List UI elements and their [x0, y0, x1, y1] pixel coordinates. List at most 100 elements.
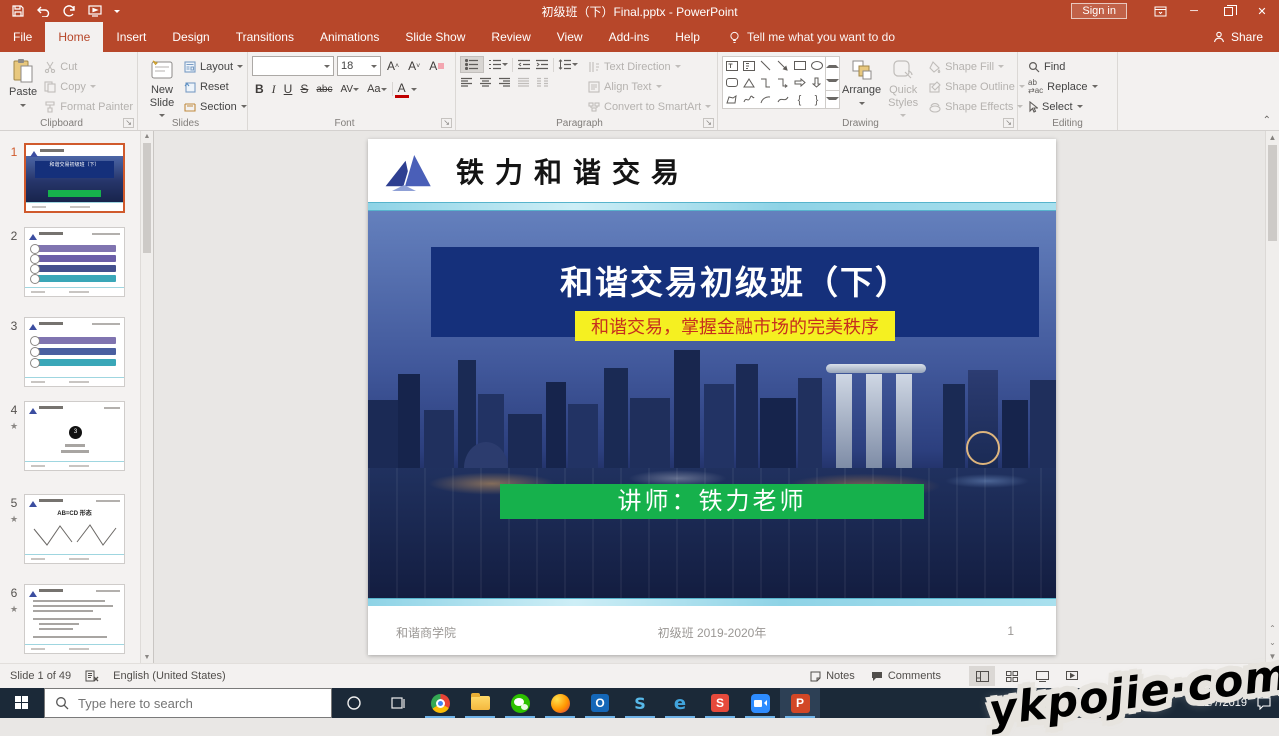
shape-elbow-connector-icon[interactable]: [757, 74, 774, 91]
quick-styles-button[interactable]: Quick Styles: [883, 56, 923, 120]
shapes-scroll-down-icon[interactable]: [826, 74, 839, 91]
layout-button[interactable]: Layout: [184, 58, 247, 75]
change-case-button[interactable]: Aa: [364, 80, 389, 98]
shape-down-arrow-icon[interactable]: [808, 74, 825, 91]
shape-vertical-textbox-icon[interactable]: [740, 57, 757, 74]
drawing-dialog-launcher-icon[interactable]: ↘: [1003, 118, 1014, 128]
shape-scribble-icon[interactable]: [740, 91, 757, 108]
grow-font-icon[interactable]: A˄: [384, 57, 402, 75]
shapes-gallery-scroll[interactable]: [826, 56, 840, 109]
cortana-button[interactable]: [332, 688, 376, 718]
shape-oval-icon[interactable]: [808, 57, 825, 74]
copy-button[interactable]: Copy: [44, 78, 133, 95]
shapes-scroll-up-icon[interactable]: [826, 57, 839, 74]
character-spacing-button[interactable]: AV: [337, 80, 362, 98]
font-color-caret[interactable]: [411, 88, 417, 94]
thumbnail-item-2[interactable]: 2: [4, 227, 125, 297]
slide-counter[interactable]: Slide 1 of 49: [10, 670, 71, 682]
normal-view-button[interactable]: [969, 666, 995, 686]
paragraph-dialog-launcher-icon[interactable]: ↘: [703, 118, 714, 128]
shape-right-brace-icon[interactable]: }: [808, 91, 825, 108]
share-button[interactable]: Share: [1213, 22, 1279, 52]
thumbnail-slide-4[interactable]: 3: [24, 401, 125, 471]
tab-transitions[interactable]: Transitions: [223, 22, 307, 52]
thumbnail-scrollbar[interactable]: ▲ ▼: [140, 131, 153, 663]
text-direction-button[interactable]: Text Direction: [588, 58, 711, 75]
close-button[interactable]: ✕: [1245, 0, 1279, 22]
clear-formatting-icon[interactable]: A: [426, 57, 447, 75]
tab-file[interactable]: File: [0, 22, 45, 52]
shape-right-arrow-icon[interactable]: [791, 74, 808, 91]
scroll-up-icon[interactable]: ▲: [1266, 133, 1279, 142]
comments-button[interactable]: Comments: [865, 667, 947, 685]
shape-triangle-icon[interactable]: [740, 74, 757, 91]
search-input[interactable]: [78, 696, 298, 711]
thumbnail-item-5[interactable]: 5★ AB=CD 形态: [4, 494, 125, 564]
ribbon-display-options-icon[interactable]: [1143, 0, 1177, 22]
minimize-button[interactable]: ─: [1177, 0, 1211, 22]
shadow-button[interactable]: abc: [313, 80, 335, 98]
arrange-button[interactable]: Arrange: [842, 56, 881, 108]
align-right-icon[interactable]: [498, 77, 511, 88]
thumbnail-item-6[interactable]: 6★: [4, 584, 125, 654]
font-color-button[interactable]: A: [395, 80, 409, 98]
section-button[interactable]: Section: [184, 98, 247, 115]
thumbnail-slide-2[interactable]: [24, 227, 125, 297]
undo-icon[interactable]: [36, 6, 50, 17]
taskbar-edge[interactable]: e: [660, 688, 700, 718]
presenter-banner[interactable]: 讲师：铁力老师: [500, 484, 924, 519]
thumbnail-item-4[interactable]: 4★ 3: [4, 401, 125, 471]
taskbar-powerpoint[interactable]: P: [780, 688, 820, 718]
bold-button[interactable]: B: [252, 80, 267, 98]
sign-in-button[interactable]: Sign in: [1071, 3, 1127, 19]
shape-rectangle-icon[interactable]: [791, 57, 808, 74]
tab-help[interactable]: Help: [662, 22, 713, 52]
previous-slide-icon[interactable]: ⌃: [1266, 624, 1279, 633]
shape-line-icon[interactable]: [757, 57, 774, 74]
next-slide-icon[interactable]: ⌄: [1266, 638, 1279, 647]
columns-icon[interactable]: [536, 77, 549, 88]
redo-icon[interactable]: [62, 5, 76, 17]
tell-me-box[interactable]: Tell me what you want to do: [729, 22, 895, 52]
taskbar-red-s-app[interactable]: S: [700, 688, 740, 718]
language-indicator[interactable]: English (United States): [113, 670, 226, 682]
increase-indent-icon[interactable]: [535, 59, 549, 70]
scrollbar-thumb[interactable]: [1268, 145, 1277, 241]
select-button[interactable]: Select: [1028, 98, 1098, 115]
shapes-gallery[interactable]: { }: [722, 56, 826, 109]
taskbar-search[interactable]: [44, 688, 332, 718]
new-slide-button[interactable]: New Slide: [142, 56, 182, 120]
format-painter-button[interactable]: Format Painter: [44, 98, 133, 115]
font-dialog-launcher-icon[interactable]: ↘: [441, 118, 452, 128]
tab-addins[interactable]: Add-ins: [596, 22, 663, 52]
collapse-ribbon-icon[interactable]: ⌃: [1263, 115, 1271, 126]
taskbar-chrome[interactable]: [420, 688, 460, 718]
thumbnail-slide-3[interactable]: [24, 317, 125, 387]
font-name-combo[interactable]: [252, 56, 334, 76]
clipboard-dialog-launcher-icon[interactable]: ↘: [123, 118, 134, 128]
shape-effects-button[interactable]: Shape Effects: [929, 98, 1025, 115]
shape-curve-icon[interactable]: [774, 91, 791, 108]
thumbnail-slide-5[interactable]: AB=CD 形态: [24, 494, 125, 564]
taskbar-outlook[interactable]: O: [580, 688, 620, 718]
shapes-more-icon[interactable]: [826, 90, 839, 108]
decrease-indent-icon[interactable]: [517, 59, 531, 70]
justify-icon[interactable]: [517, 77, 530, 88]
replace-button[interactable]: ab⇄ac Replace: [1028, 78, 1098, 95]
tab-review[interactable]: Review: [478, 22, 543, 52]
align-left-icon[interactable]: [460, 77, 473, 88]
restore-button[interactable]: [1211, 0, 1245, 22]
font-size-combo[interactable]: 18: [337, 56, 381, 76]
scrollbar-thumb[interactable]: [143, 143, 151, 253]
line-spacing-button[interactable]: [558, 59, 578, 70]
bullets-button[interactable]: [460, 56, 484, 73]
convert-to-smartart-button[interactable]: Convert to SmartArt: [588, 98, 711, 115]
taskbar-file-explorer[interactable]: [460, 688, 500, 718]
taskbar-skype[interactable]: S: [620, 688, 660, 718]
numbering-button[interactable]: [488, 59, 508, 70]
start-from-beginning-icon[interactable]: [88, 5, 102, 17]
slide-canvas[interactable]: 铁力和谐交易 和谐交易初级班（下） 和谐交易，掌握金融市场的完美秩序 讲师：铁力…: [368, 139, 1056, 655]
tab-home[interactable]: Home: [45, 22, 103, 52]
thumbnail-slide-6[interactable]: [24, 584, 125, 654]
thumbnail-slide-1[interactable]: 和谐交易初级班（下）: [24, 143, 125, 213]
